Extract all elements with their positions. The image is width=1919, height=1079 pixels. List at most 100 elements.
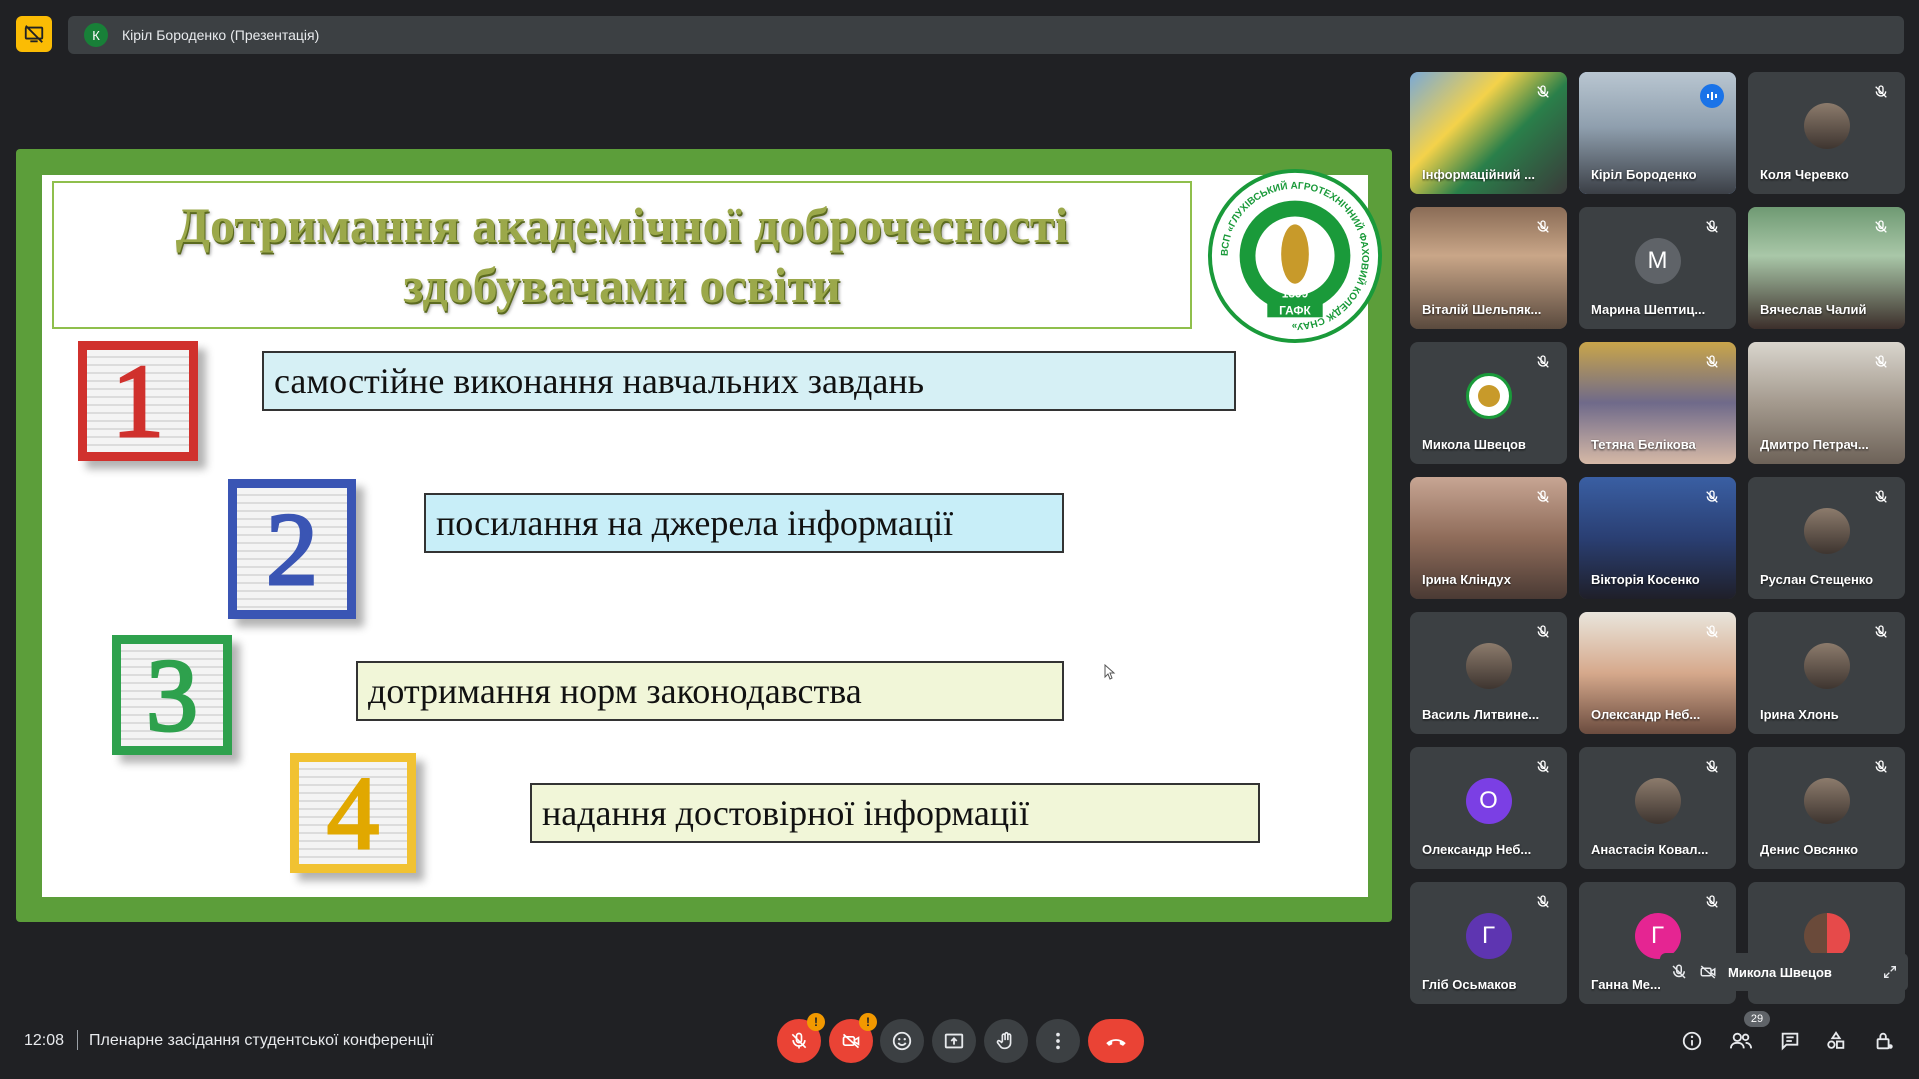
participant-avatar — [1465, 643, 1512, 689]
presenter-title: Кіріл Бороденко (Презентація) — [122, 27, 320, 43]
clock: 12:08 — [24, 1032, 65, 1049]
slide-item-2: посилання на джерела інформації — [424, 493, 1064, 553]
hand-icon — [996, 1031, 1012, 1050]
college-logo: ВСП «ГЛУХІВСЬКИЙ АГРОТЕХНІЧНИЙ ФАХОВИЙ К… — [1207, 168, 1383, 344]
info-icon — [1682, 1031, 1702, 1051]
participant-name: Олександр Неб... — [1591, 707, 1701, 722]
participant-tile[interactable]: Руслан Стещенко — [1748, 477, 1905, 599]
camera-off-icon — [842, 1033, 860, 1049]
mic-off-icon — [791, 1032, 807, 1049]
mic-off-icon — [1535, 894, 1555, 914]
people-button[interactable] — [1728, 1028, 1754, 1054]
self-view-pill[interactable]: Микола Швецов — [1660, 953, 1908, 991]
speaking-indicator-icon — [1700, 84, 1724, 108]
participant-name: Коля Черевко — [1760, 167, 1849, 182]
host-controls-button[interactable] — [1871, 1028, 1897, 1054]
participant-avatar — [1803, 103, 1850, 149]
participant-tile[interactable]: Ірина Кліндух — [1410, 477, 1567, 599]
participant-count-badge: 29 — [1744, 1011, 1770, 1027]
participant-avatar — [1803, 778, 1850, 824]
mic-off-icon — [1873, 489, 1893, 509]
camera-off-icon[interactable] — [1698, 963, 1718, 981]
participant-name: Олександр Неб... — [1422, 842, 1532, 857]
participant-name: Микола Швецов — [1422, 437, 1526, 452]
participant-name: Анастасія Ковал... — [1591, 842, 1709, 857]
participant-tile[interactable]: Тетяна Белікова — [1579, 342, 1736, 464]
logo-abbr: ГАФК — [1279, 303, 1311, 317]
participant-tile[interactable]: Вікторія Косенко — [1579, 477, 1736, 599]
participant-tile[interactable]: Вячеслав Чалий — [1748, 207, 1905, 329]
participant-name: Вікторія Косенко — [1591, 572, 1700, 587]
participant-name: Марина Шептиц... — [1591, 302, 1706, 317]
mic-off-icon — [1535, 354, 1555, 374]
expand-icon[interactable] — [1882, 964, 1898, 980]
mic-warning-badge: ! — [807, 1013, 825, 1031]
reactions-button[interactable] — [880, 1019, 924, 1063]
presentation-frame: Дотримання академічної доброчесності здо… — [16, 149, 1392, 922]
mic-off-icon — [1873, 84, 1893, 104]
participant-tile[interactable]: Кіріл Бороденко — [1579, 72, 1736, 194]
more-options-button[interactable] — [1036, 1019, 1080, 1063]
participant-tile[interactable]: Дмитро Петрач... — [1748, 342, 1905, 464]
participant-tile[interactable]: Інформаційний ... — [1410, 72, 1567, 194]
participant-avatar: Г — [1465, 913, 1512, 959]
participant-tile[interactable]: Денис Овсянко — [1748, 747, 1905, 869]
cube-4: 4 — [290, 753, 416, 873]
more-vert-icon — [1056, 1032, 1060, 1050]
mic-off-icon — [1873, 219, 1893, 239]
slide-item-1: самостійне виконання навчальних завдань — [262, 351, 1236, 411]
slide-item-3: дотримання норм законодавства — [356, 661, 1064, 721]
mic-off-icon — [1704, 894, 1724, 914]
present-screen-button[interactable] — [932, 1019, 976, 1063]
divider — [77, 1030, 78, 1050]
activities-button[interactable] — [1823, 1028, 1849, 1054]
participant-tile[interactable]: Микола Швецов — [1410, 342, 1567, 464]
mic-off-icon[interactable] — [1670, 963, 1688, 981]
participant-avatar — [1803, 508, 1850, 554]
slide-title: Дотримання академічної доброчесності здо… — [175, 197, 1069, 313]
mic-off-icon — [1535, 624, 1555, 644]
participant-avatar — [1465, 373, 1512, 419]
participant-name: Вячеслав Чалий — [1760, 302, 1867, 317]
slide: Дотримання академічної доброчесності здо… — [42, 168, 1383, 897]
participant-name: Денис Овсянко — [1760, 842, 1859, 857]
mic-off-icon — [1535, 219, 1555, 239]
stop-presenting-icon[interactable] — [16, 16, 52, 52]
participant-tile[interactable]: Віталій Шельпяк... — [1410, 207, 1567, 329]
meeting-title: Пленарне засідання студентської конферен… — [89, 1032, 434, 1049]
participant-avatar — [1803, 643, 1850, 689]
mouse-cursor-icon — [1104, 664, 1116, 680]
participant-tile[interactable]: Ірина Хлонь — [1748, 612, 1905, 734]
raise-hand-button[interactable] — [984, 1019, 1028, 1063]
leave-call-button[interactable] — [1088, 1019, 1144, 1063]
participant-tile[interactable]: Коля Черевко — [1748, 72, 1905, 194]
emoji-icon — [892, 1031, 912, 1051]
participant-tile[interactable]: Г Гліб Осьмаков — [1410, 882, 1567, 1004]
lock-person-icon — [1876, 1032, 1893, 1050]
present-screen-icon — [944, 1033, 964, 1049]
presenter-avatar: К — [84, 23, 108, 47]
participant-tile[interactable]: О Олександр Неб... — [1410, 747, 1567, 869]
participant-name: Тетяна Белікова — [1591, 437, 1696, 452]
participant-avatar — [1634, 778, 1681, 824]
mic-off-icon — [1704, 219, 1724, 239]
mic-off-icon — [1873, 759, 1893, 779]
mic-off-icon — [1873, 624, 1893, 644]
meeting-details-button[interactable] — [1679, 1028, 1705, 1054]
chat-icon — [1781, 1032, 1799, 1051]
participant-name: Дмитро Петрач... — [1760, 437, 1869, 452]
presentation-banner: К Кіріл Бороденко (Презентація) — [68, 16, 1904, 54]
camera-button[interactable]: ! — [829, 1013, 877, 1063]
slide-item-4: надання достовірної інформації — [530, 783, 1260, 843]
participant-name: Руслан Стещенко — [1760, 572, 1874, 587]
participant-tile[interactable]: Василь Литвине... — [1410, 612, 1567, 734]
participant-tile[interactable]: Анастасія Ковал... — [1579, 747, 1736, 869]
participant-name: Василь Литвине... — [1422, 707, 1540, 722]
mic-off-icon — [1535, 759, 1555, 779]
chat-button[interactable] — [1777, 1028, 1803, 1054]
participant-name: Ірина Хлонь — [1760, 707, 1839, 722]
microphone-button[interactable]: ! — [777, 1013, 825, 1063]
people-icon — [1730, 1032, 1752, 1049]
participant-tile[interactable]: Олександр Неб... — [1579, 612, 1736, 734]
participant-tile[interactable]: М Марина Шептиц... — [1579, 207, 1736, 329]
